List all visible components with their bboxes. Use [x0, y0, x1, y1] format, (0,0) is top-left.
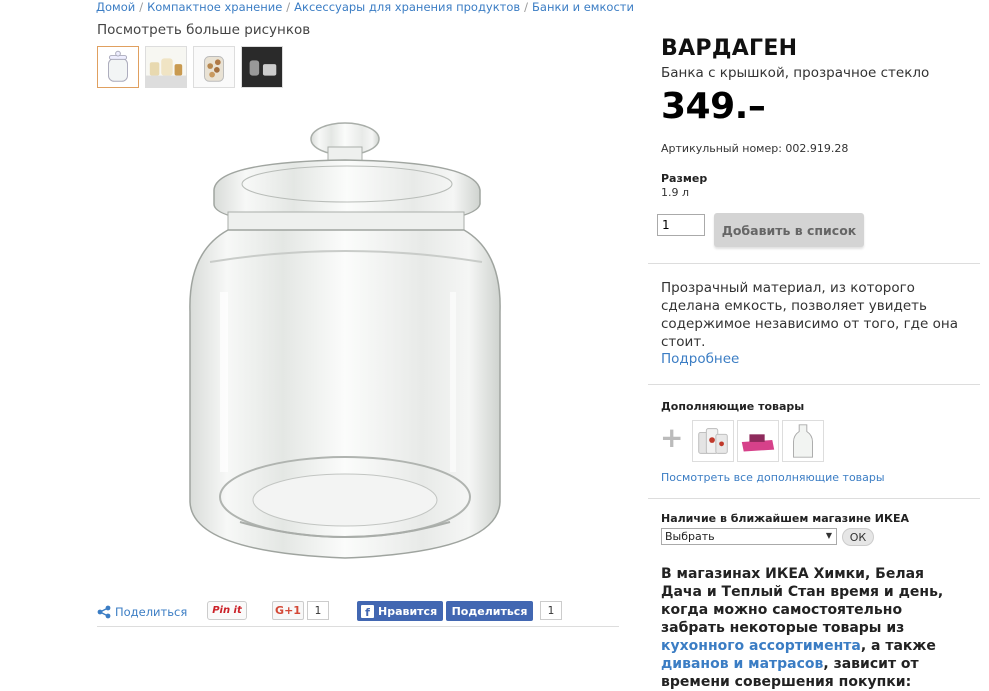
- divider: [648, 498, 980, 499]
- store-select-value: Выбрать: [665, 530, 715, 543]
- article-number: Артикульный номер: 002.919.28: [661, 142, 849, 155]
- facebook-share-button[interactable]: Поделиться: [446, 601, 533, 621]
- pickup-info: В магазинах ИКЕА Химки, Белая Дача и Теп…: [661, 565, 961, 691]
- divider: [648, 384, 980, 385]
- complementary-item-canisters[interactable]: [692, 420, 734, 462]
- plus-icon: +: [660, 421, 684, 454]
- thumbnail-jars-kitchen[interactable]: [145, 46, 187, 88]
- product-description: Прозрачный материал, из которого сделана…: [661, 280, 958, 350]
- google-plus-button[interactable]: G+1: [272, 601, 304, 620]
- google-plus-count: 1: [307, 601, 329, 620]
- facebook-icon: f: [361, 604, 374, 618]
- add-to-list-button[interactable]: Добавить в список: [714, 213, 864, 247]
- more-details-link[interactable]: Подробнее: [661, 351, 739, 367]
- breadcrumb-jars[interactable]: Банки и емкости: [532, 0, 634, 14]
- size-label: Размер: [661, 172, 708, 185]
- share-link[interactable]: Поделиться: [97, 605, 187, 619]
- more-pictures-label: Посмотреть больше рисунков: [97, 22, 311, 38]
- thumbnail-dark-scene[interactable]: [241, 46, 283, 88]
- social-share-bar: Поделиться Pin it G+1 1 f Нравится Подел…: [97, 600, 619, 624]
- sofas-mattresses-link[interactable]: диванов и матрасов: [661, 656, 823, 672]
- complementary-item-bottle[interactable]: [782, 420, 824, 462]
- divider: [648, 263, 980, 264]
- divider: [97, 626, 619, 627]
- product-price: 349.–: [661, 86, 766, 127]
- breadcrumb-compact-storage[interactable]: Компактное хранение: [147, 0, 282, 14]
- share-icon: [97, 605, 111, 619]
- product-subtitle: Банка с крышкой, прозрачное стекло: [661, 65, 930, 81]
- breadcrumb-separator: /: [286, 0, 291, 14]
- complementary-items: [692, 420, 824, 462]
- breadcrumb: Домой / Компактное хранение / Аксессуары для…: [96, 0, 634, 14]
- pickup-info-text: , а также: [860, 638, 936, 654]
- pickup-info-text: В магазинах ИКЕА Химки, Белая Дача и Теп…: [661, 566, 944, 636]
- store-select[interactable]: Выбрать ▼: [661, 528, 837, 545]
- complementary-title: Дополняющие товары: [661, 400, 805, 413]
- see-all-complementary-link[interactable]: Посмотреть все дополняющие товары: [661, 471, 885, 484]
- breadcrumb-separator: /: [524, 0, 529, 14]
- breadcrumb-food-storage[interactable]: Аксессуары для хранения продуктов: [294, 0, 520, 14]
- thumbnail-strip: [97, 46, 283, 88]
- facebook-like-label: Нравится: [378, 604, 438, 618]
- product-title: ВАРДАГЕН: [661, 36, 798, 61]
- size-value: 1.9 л: [661, 186, 690, 199]
- thumbnail-jar[interactable]: [97, 46, 139, 88]
- kitchen-assortment-link[interactable]: кухонного ассортимента: [661, 638, 861, 654]
- breadcrumb-separator: /: [139, 0, 144, 14]
- chevron-down-icon: ▼: [825, 531, 832, 540]
- facebook-share-count: 1: [540, 601, 562, 620]
- quantity-input[interactable]: [657, 214, 705, 236]
- product-main-image[interactable]: [180, 112, 520, 572]
- facebook-like-button[interactable]: f Нравится: [357, 601, 443, 621]
- breadcrumb-home[interactable]: Домой: [96, 0, 135, 14]
- pinterest-button[interactable]: Pin it: [207, 601, 247, 620]
- thumbnail-cookies-jar[interactable]: [193, 46, 235, 88]
- share-label: Поделиться: [115, 605, 188, 619]
- complementary-item-pink-box[interactable]: [737, 420, 779, 462]
- availability-title: Наличие в ближайшем магазине ИКЕА: [661, 512, 910, 525]
- ok-button[interactable]: ОК: [842, 528, 874, 546]
